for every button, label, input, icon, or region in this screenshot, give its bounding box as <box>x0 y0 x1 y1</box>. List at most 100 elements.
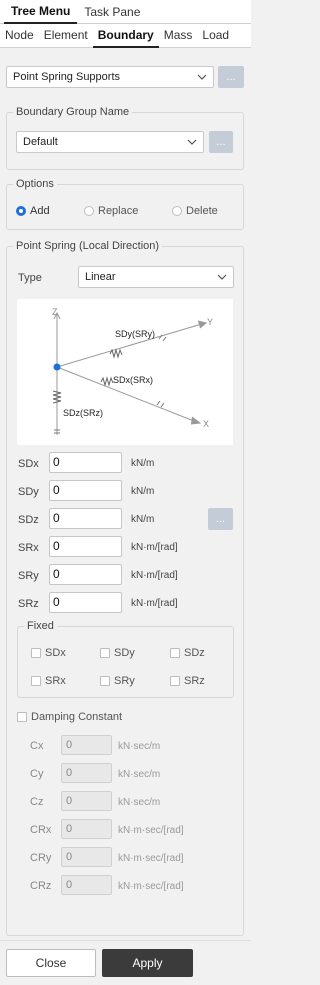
sdz-input[interactable]: 0 <box>49 508 122 529</box>
srx-unit: kN·m/[rad] <box>131 542 178 553</box>
radio-add[interactable]: Add <box>16 205 50 217</box>
stiffness-more-button[interactable]: ... <box>208 508 233 530</box>
radio-checked-icon <box>16 206 26 216</box>
radio-delete[interactable]: Delete <box>172 205 218 217</box>
tab-load[interactable]: Load <box>197 24 234 48</box>
sdx-label: SDx <box>18 458 39 470</box>
sdx-unit: kN/m <box>131 458 155 469</box>
boundary-group-title: Boundary Group Name <box>13 106 133 118</box>
checkbox-icon <box>31 676 41 686</box>
crz-label: CRz <box>30 880 52 892</box>
function-select[interactable]: Point Spring Supports <box>6 66 214 88</box>
fixed-box: Fixed <box>17 620 234 698</box>
chevron-down-icon <box>197 74 207 80</box>
type-label: Type <box>18 272 42 284</box>
fixed-sry-checkbox[interactable]: SRy <box>100 675 135 687</box>
crx-unit: kN·m·sec/[rad] <box>118 825 184 836</box>
srz-unit: kN·m/[rad] <box>131 598 178 609</box>
function-select-row: Point Spring Supports ... <box>6 66 244 88</box>
srz-label: SRz <box>18 598 39 610</box>
cy-label: Cy <box>30 768 44 780</box>
sdz-unit: kN/m <box>131 514 155 525</box>
radio-delete-label: Delete <box>186 205 218 217</box>
sry-label: SRy <box>18 570 39 582</box>
cy-input[interactable]: 0 <box>61 763 112 783</box>
damping-constant-label: Damping Constant <box>31 711 123 723</box>
radio-unchecked-icon <box>172 206 182 216</box>
crx-input[interactable]: 0 <box>61 819 112 839</box>
top-tab-bar: Tree Menu Task Pane <box>0 0 251 24</box>
chevron-down-icon <box>187 139 197 145</box>
fixed-sdx-checkbox[interactable]: SDx <box>31 647 66 659</box>
fixed-srz-checkbox[interactable]: SRz <box>170 675 205 687</box>
fixed-sdz-checkbox[interactable]: SDz <box>170 647 205 659</box>
tab-element[interactable]: Element <box>39 24 93 48</box>
tab-task-pane[interactable]: Task Pane <box>77 5 147 23</box>
sdy-label: SDy(SRy) <box>115 329 155 339</box>
cx-input[interactable]: 0 <box>61 735 112 755</box>
apply-button[interactable]: Apply <box>102 949 193 977</box>
radio-add-label: Add <box>30 205 50 217</box>
fixed-sdz-label: SDz <box>184 647 205 659</box>
close-button[interactable]: Close <box>6 949 96 977</box>
radio-replace-label: Replace <box>98 205 139 217</box>
function-more-button[interactable]: ... <box>218 66 244 88</box>
cz-input[interactable]: 0 <box>61 791 112 811</box>
damping-constant-checkbox[interactable]: Damping Constant <box>17 711 122 723</box>
checkbox-icon <box>31 648 41 658</box>
checkbox-icon <box>100 676 110 686</box>
crz-unit: kN·m·sec/[rad] <box>118 881 184 892</box>
crz-input[interactable]: 0 <box>61 875 112 895</box>
spring-axes-illustration: Z Y X SDy(SRy) SDx(SRx) SDz(SRz) <box>52 307 213 435</box>
sub-tab-bar: Node Element Boundary Mass Load <box>0 24 251 48</box>
boundary-group-value: Default <box>23 136 58 148</box>
type-select-value: Linear <box>85 271 116 283</box>
sdz-field-label: SDz <box>18 514 39 526</box>
sdz-label: SDz(SRz) <box>63 408 103 418</box>
chevron-down-icon <box>217 274 227 280</box>
cry-label: CRy <box>30 852 52 864</box>
cz-label: Cz <box>30 796 44 808</box>
boundary-group-more-button[interactable]: ... <box>209 131 233 153</box>
checkbox-icon <box>170 648 180 658</box>
tab-tree-menu[interactable]: Tree Menu <box>4 4 78 24</box>
checkbox-icon <box>17 712 27 722</box>
fixed-sdy-checkbox[interactable]: SDy <box>100 647 135 659</box>
cx-label: Cx <box>30 740 44 752</box>
cry-input[interactable]: 0 <box>61 847 112 867</box>
point-spring-title: Point Spring (Local Direction) <box>13 240 163 252</box>
srz-input[interactable]: 0 <box>49 592 122 613</box>
fixed-srz-label: SRz <box>184 675 205 687</box>
fixed-sdy-label: SDy <box>114 647 135 659</box>
radio-unchecked-icon <box>84 206 94 216</box>
sdx-input[interactable]: 0 <box>49 452 122 473</box>
tab-boundary[interactable]: Boundary <box>92 24 159 48</box>
boundary-group-select[interactable]: Default <box>16 131 204 153</box>
fixed-srx-checkbox[interactable]: SRx <box>31 675 66 687</box>
fixed-srx-label: SRx <box>45 675 66 687</box>
tab-node[interactable]: Node <box>0 24 39 48</box>
cx-unit: kN·sec/m <box>118 741 161 752</box>
sdy-field-label: SDy <box>18 486 39 498</box>
checkbox-icon <box>170 676 180 686</box>
options-title: Options <box>13 178 57 190</box>
spring-diagram: Z Y X SDy(SRy) SDx(SRx) SDz(SRz) <box>17 299 233 445</box>
function-select-value: Point Spring Supports <box>13 71 121 83</box>
checkbox-icon <box>100 648 110 658</box>
fixed-sdx-label: SDx <box>45 647 66 659</box>
sry-unit: kN·m/[rad] <box>131 570 178 581</box>
radio-replace[interactable]: Replace <box>84 205 138 217</box>
type-select[interactable]: Linear <box>78 266 234 288</box>
sry-input[interactable]: 0 <box>49 564 122 585</box>
sdx-label: SDx(SRx) <box>113 375 153 385</box>
tab-mass[interactable]: Mass <box>159 24 198 48</box>
cz-unit: kN·sec/m <box>118 797 161 808</box>
y-axis-label: Y <box>207 317 213 327</box>
cy-unit: kN·sec/m <box>118 769 161 780</box>
x-axis-label: X <box>203 419 209 429</box>
sdy-input[interactable]: 0 <box>49 480 122 501</box>
cry-unit: kN·m·sec/[rad] <box>118 853 184 864</box>
z-axis-label: Z <box>52 307 58 317</box>
srx-input[interactable]: 0 <box>49 536 122 557</box>
fixed-sry-label: SRy <box>114 675 135 687</box>
